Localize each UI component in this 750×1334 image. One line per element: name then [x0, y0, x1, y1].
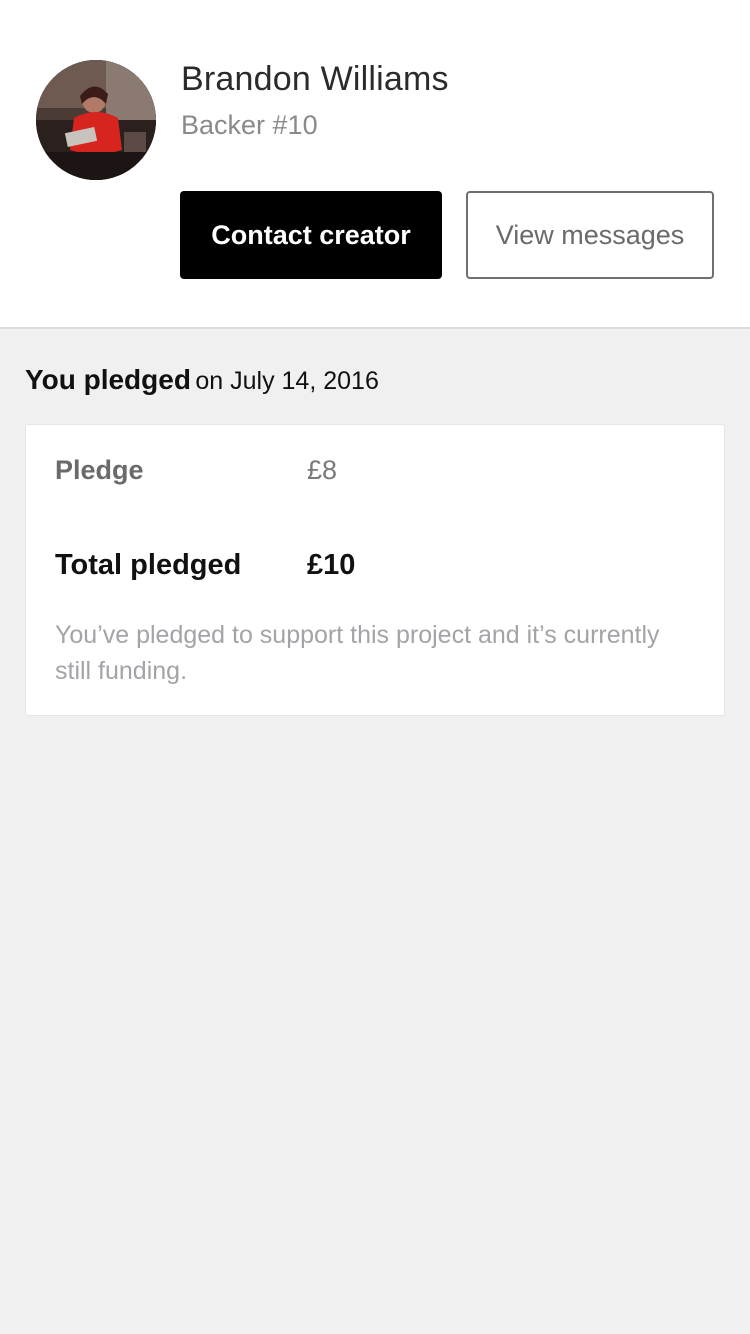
- pledge-amount: £8: [307, 455, 338, 485]
- backer-header: Brandon Williams Backer #10 Contact crea…: [0, 0, 750, 329]
- contact-creator-button[interactable]: Contact creator: [180, 191, 442, 279]
- pledge-heading-title: You pledged: [25, 364, 191, 395]
- total-pledged-amount: £10: [307, 549, 356, 581]
- funding-status-note: You’ve pledged to support this project a…: [55, 621, 660, 685]
- pledge-heading: You pledged on July 14, 2016: [25, 364, 379, 396]
- pledge-card: Pledge £8 Total pledged £10 You’ve pledg…: [25, 424, 725, 716]
- avatar: [36, 60, 156, 180]
- total-pledged-label: Total pledged: [55, 549, 242, 581]
- backer-number: Backer #10: [181, 110, 318, 140]
- view-messages-button[interactable]: View messages: [466, 191, 714, 279]
- backer-name: Brandon Williams: [181, 60, 449, 98]
- pledge-label: Pledge: [55, 455, 144, 485]
- avatar-photo: [36, 60, 156, 180]
- pledge-date: on July 14, 2016: [195, 367, 379, 395]
